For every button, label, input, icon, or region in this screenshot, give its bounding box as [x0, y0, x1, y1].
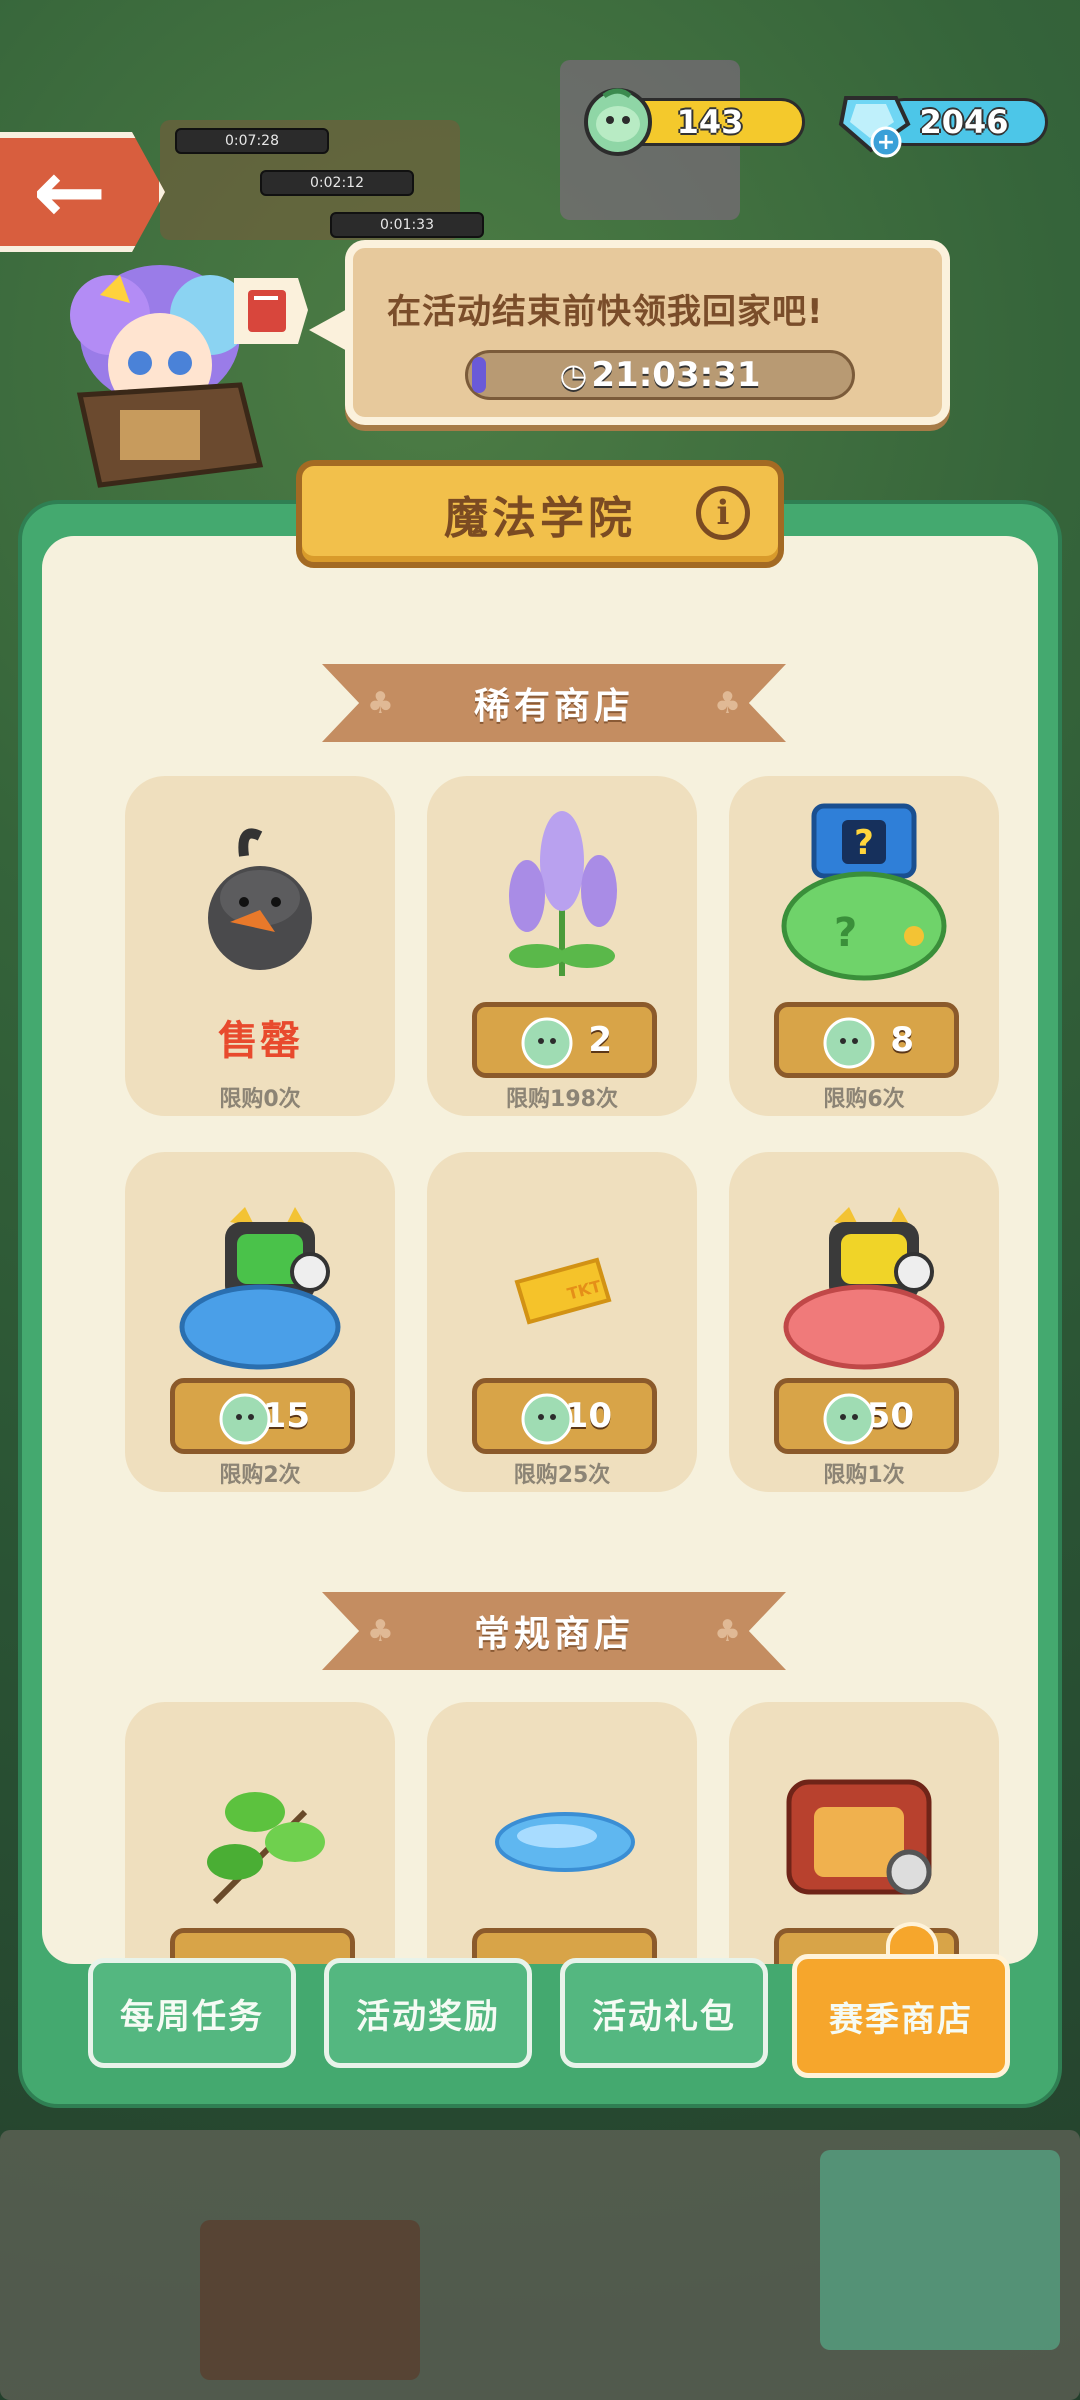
- lavender-flower-icon: [509, 811, 617, 976]
- club-icon: ♣: [367, 1613, 394, 1649]
- shop-item-red-robot-bag[interactable]: 50 限购1次: [729, 1152, 999, 1492]
- purchase-limit: 限购1次: [823, 1463, 905, 1488]
- green-leaf-branch-icon: [207, 1792, 325, 1905]
- back-button[interactable]: ←: [0, 132, 165, 252]
- black-duck-icon: [208, 828, 312, 970]
- back-arrow-icon: ←: [32, 140, 107, 243]
- gold-ticket-icon: TKT: [514, 1257, 612, 1325]
- shop-item-blue-robot-bag[interactable]: 15 限购2次: [125, 1152, 395, 1492]
- price-button[interactable]: 2: [472, 1002, 657, 1078]
- green-coin-icon: [219, 1393, 271, 1445]
- coin-count: 143: [676, 103, 744, 141]
- clock-icon: ◷: [559, 356, 588, 394]
- tab-label: 赛季商店: [829, 1999, 973, 2040]
- normal-shop-title: 常规商店: [473, 1614, 634, 1655]
- gem-plus-icon[interactable]: +: [836, 88, 916, 158]
- club-icon: ♣: [714, 685, 741, 721]
- club-icon: ♣: [367, 685, 394, 721]
- gem-count: 2046: [919, 103, 1009, 141]
- tab-event-packs[interactable]: 活动礼包: [560, 1958, 768, 2068]
- purchase-limit: 限购25次: [513, 1463, 611, 1488]
- purchase-limit: 限购2次: [219, 1463, 301, 1488]
- tab-label: 活动奖励: [356, 1996, 500, 2037]
- red-book-icon: [234, 278, 308, 344]
- svg-text:?: ?: [854, 823, 874, 863]
- blue-puddle-icon: [495, 1812, 635, 1872]
- tab-weekly-tasks[interactable]: 每周任务: [88, 1958, 296, 2068]
- event-countdown: ◷ 21:03:31: [465, 350, 855, 400]
- normal-shop-header: ♣ 常规商店 ♣: [322, 1592, 786, 1670]
- price-button[interactable]: 50: [774, 1378, 959, 1454]
- price-value: 8: [890, 1020, 914, 1060]
- info-icon[interactable]: i: [696, 486, 750, 540]
- speech-text: 在活动结束前快领我回家吧!: [387, 292, 824, 332]
- tab-season-shop[interactable]: 赛季商店: [792, 1954, 1010, 2078]
- shop-panel: ♣ 稀有商店 ♣ 售罄 限购0次 2 限购198次 ? ? 8 限购6次 15 …: [18, 500, 1062, 2108]
- bg-building-timer: 0:07:28: [175, 128, 329, 154]
- price-value: 2: [588, 1020, 612, 1060]
- shop-item-lavender[interactable]: 2 限购198次: [427, 776, 697, 1116]
- svg-text:+: +: [877, 130, 895, 155]
- green-coin-icon: [823, 1393, 875, 1445]
- club-icon: ♣: [714, 1613, 741, 1649]
- shop-item-mystery-bag[interactable]: ? ? 8 限购6次: [729, 776, 999, 1116]
- countdown-progress-fill: [472, 357, 486, 393]
- bg-building-timer: 0:02:12: [260, 170, 414, 196]
- red-robot-cat-bag-icon: [783, 1207, 945, 1370]
- shop-item-leaf-branch[interactable]: [125, 1702, 395, 1964]
- tab-event-rewards[interactable]: 活动奖励: [324, 1958, 532, 2068]
- tab-label: 活动礼包: [592, 1996, 736, 2037]
- green-coin-icon: [521, 1393, 573, 1445]
- green-coin-icon: [521, 1017, 573, 1069]
- green-coin-icon: [584, 88, 652, 156]
- rare-shop-title: 稀有商店: [473, 686, 634, 727]
- page-title: 魔法学院: [444, 493, 636, 544]
- speech-bubble: 在活动结束前快领我回家吧! ◷ 21:03:31: [309, 240, 950, 425]
- red-radio-icon: [786, 1779, 932, 1895]
- shop-title-plate: 魔法学院 i: [296, 460, 784, 568]
- shop-item-red-radio[interactable]: [729, 1702, 999, 1964]
- purchase-limit: 限购198次: [506, 1087, 618, 1112]
- shop-item-gold-ticket[interactable]: TKT 10 限购25次: [427, 1152, 697, 1492]
- price-button[interactable]: 10: [472, 1378, 657, 1454]
- price-button[interactable]: 8: [774, 1002, 959, 1078]
- green-coin-icon: [823, 1017, 875, 1069]
- blue-robot-cat-bag-icon: [179, 1207, 341, 1370]
- shop-scroll-area[interactable]: ♣ 稀有商店 ♣ 售罄 限购0次 2 限购198次 ? ? 8 限购6次 15 …: [42, 536, 1038, 1964]
- sold-out-label: 售罄: [218, 1018, 302, 1064]
- shop-item-blue-puddle[interactable]: [427, 1702, 697, 1964]
- green-mystery-bag-icon: ? ?: [781, 803, 947, 981]
- tab-label: 每周任务: [120, 1996, 264, 2037]
- bg-building-timer: 0:01:33: [330, 212, 484, 238]
- countdown-text: 21:03:31: [591, 355, 761, 395]
- rare-shop-header: ♣ 稀有商店 ♣: [322, 664, 786, 742]
- purchase-limit: 限购6次: [823, 1087, 905, 1112]
- shop-item-black-duck[interactable]: 售罄 限购0次: [125, 776, 395, 1116]
- purchase-limit: 限购0次: [219, 1087, 301, 1112]
- price-button[interactable]: 15: [170, 1378, 355, 1454]
- svg-text:?: ?: [834, 910, 857, 956]
